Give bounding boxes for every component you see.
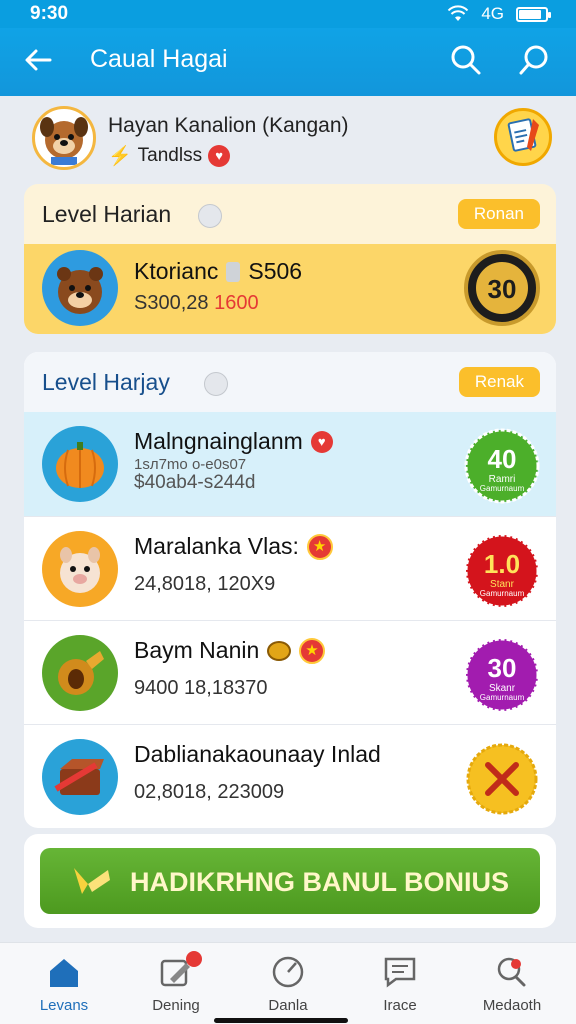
row-meta: 1sл7mo o-e0s07 $40ab4-s244d	[134, 456, 256, 492]
app-bar: Caual Hagai	[0, 28, 576, 96]
seal-number: 30	[487, 274, 517, 304]
heart-badge-icon: ♥	[310, 430, 333, 453]
nav-label: Dening	[152, 997, 200, 1014]
list-item[interactable]: Dablianakaounaay Inlad 02,8018, 223009	[24, 724, 556, 828]
bottom-nav: Levans Dening Danla Irace Medaoth	[0, 942, 576, 1024]
pig-icon	[42, 531, 118, 607]
home-indicator[interactable]	[214, 1018, 348, 1023]
row-title: Maralanka Vlas:	[134, 533, 333, 560]
page-title: Caual Hagai	[90, 45, 228, 73]
reward-seal[interactable]	[462, 739, 542, 819]
reward-seal[interactable]: 30	[462, 248, 542, 328]
search-icon	[497, 957, 526, 987]
section-title: Level Harian	[42, 201, 172, 227]
info-icon[interactable]	[204, 372, 228, 396]
seal-number: 40	[487, 444, 517, 474]
info-icon[interactable]	[198, 204, 222, 228]
search-icon[interactable]	[448, 42, 484, 78]
network-label: 4G	[481, 4, 504, 23]
nav-item-irace[interactable]: Irace	[350, 955, 450, 1019]
row-code: S506	[248, 258, 303, 284]
profile-name: Hayan Kanalion (Kangan)	[108, 114, 349, 137]
lightning-icon: ⚡	[108, 146, 132, 167]
amount-text: S300,28	[134, 292, 209, 314]
row-title: Baym Nanin	[134, 637, 326, 664]
star-gem-icon	[306, 533, 333, 560]
back-arrow-icon[interactable]	[20, 42, 56, 78]
reward-seal[interactable]: 30 Skanr Gamurnaum	[462, 635, 542, 715]
list-item[interactable]: Baym Nanin 9400 18,18370 30 Skanr Gamurn…	[24, 620, 556, 724]
nav-item-dening[interactable]: Dening	[126, 951, 226, 1019]
notification-dot	[186, 951, 202, 967]
home-icon	[50, 959, 78, 987]
section-pill-button[interactable]: Renak	[458, 367, 540, 397]
nav-label: Irace	[383, 997, 417, 1014]
row-title-text: Malngnainglanm	[134, 428, 303, 454]
profile-header: Hayan Kanalion (Kangan) ⚡ Tandlss ♥	[24, 104, 556, 176]
status-time: 9:30	[30, 3, 69, 24]
list-item[interactable]: Ktorianc S506 S300,28 1600 30	[24, 244, 556, 334]
seal-number: 30	[487, 653, 517, 683]
seal-caption: Gamurnaum	[479, 693, 525, 702]
section-header: Level Harjay Renak	[24, 352, 556, 412]
avatar[interactable]	[32, 106, 96, 170]
pumpkin-icon	[42, 426, 118, 502]
row-title-text: Baym Nanin	[134, 637, 260, 663]
row-amount: S300,28 1600	[134, 292, 259, 315]
row-title: Dablianakaounaay Inlad	[134, 741, 381, 768]
row-meta: 02,8018, 223009	[134, 781, 285, 803]
reward-seal[interactable]: 1.0 Stanr Gamurnaum	[462, 531, 542, 611]
star-gem-icon	[299, 637, 326, 664]
row-title: Ktorianc S506	[134, 258, 302, 285]
battery-icon	[516, 6, 551, 22]
nav-label: Danla	[268, 997, 308, 1014]
bonus-card: HADIKRHNG BANUL BONIUS	[24, 834, 556, 928]
wifi-icon	[448, 5, 469, 21]
reward-seal[interactable]: 40 Ramri Gamurnaum	[462, 426, 542, 506]
row-meta-line: $40ab4-s244d	[134, 472, 256, 493]
nav-item-medaoth[interactable]: Medaoth	[462, 955, 562, 1019]
amount-highlight: 1600	[214, 292, 259, 314]
row-meta: 24,8018, 120X9	[134, 573, 276, 595]
lock-icon	[226, 261, 241, 282]
seal-caption: Gamurnaum	[479, 484, 525, 493]
coin-icon	[267, 640, 292, 661]
profile-subtitle-row: ⚡ Tandlss ♥	[108, 144, 231, 168]
treasure-chest-icon	[42, 739, 118, 815]
row-title-text: Dablianakaounaay Inlad	[134, 741, 381, 767]
bonus-label: HADIKRHNG BANUL BONIUS	[130, 867, 510, 897]
seal-caption: Gamurnaum	[479, 589, 525, 598]
chat-icon	[384, 957, 416, 988]
row-title: Malngnainglanm ♥	[134, 428, 333, 455]
row-title-text: Ktorianc	[134, 258, 219, 284]
clipboard-promo-icon[interactable]	[494, 108, 552, 166]
horn-icon	[42, 635, 118, 711]
level-harian-card: Level Harian Ronan Ktorianc S506 S300,28…	[24, 184, 556, 334]
nav-item-levans[interactable]: Levans	[14, 955, 114, 1019]
section-title: Level Harjay	[42, 369, 170, 395]
seal-number: 1.0	[483, 549, 521, 579]
bonus-button[interactable]: HADIKRHNG BANUL BONIUS	[40, 848, 540, 914]
nav-label: Levans	[39, 997, 89, 1014]
level-harjay-card: Level Harjay Renak Malngnainglanm ♥ 1sл7…	[24, 352, 556, 828]
horn-icon	[74, 868, 110, 894]
status-right: 4G	[447, 4, 551, 24]
section-header: Level Harian Ronan	[24, 184, 556, 244]
nav-label: Medaoth	[482, 997, 542, 1014]
beaver-icon	[42, 250, 118, 326]
list-item[interactable]: Maralanka Vlas: 24,8018, 120X9 1.0 Stanr…	[24, 516, 556, 620]
profile-subtitle: Tandlss	[137, 145, 203, 166]
search-icon-alt[interactable]	[516, 42, 552, 78]
row-meta: 9400 18,18370	[134, 677, 268, 699]
status-bar: 9:30 4G	[0, 0, 576, 28]
heart-badge-icon: ♥	[208, 145, 231, 167]
row-title-text: Maralanka Vlas:	[134, 533, 299, 559]
gauge-icon	[272, 956, 304, 988]
section-pill-button[interactable]: Ronan	[457, 199, 540, 229]
nav-item-danla[interactable]: Danla	[238, 955, 338, 1019]
list-item[interactable]: Malngnainglanm ♥ 1sл7mo o-e0s07 $40ab4-s…	[24, 412, 556, 516]
